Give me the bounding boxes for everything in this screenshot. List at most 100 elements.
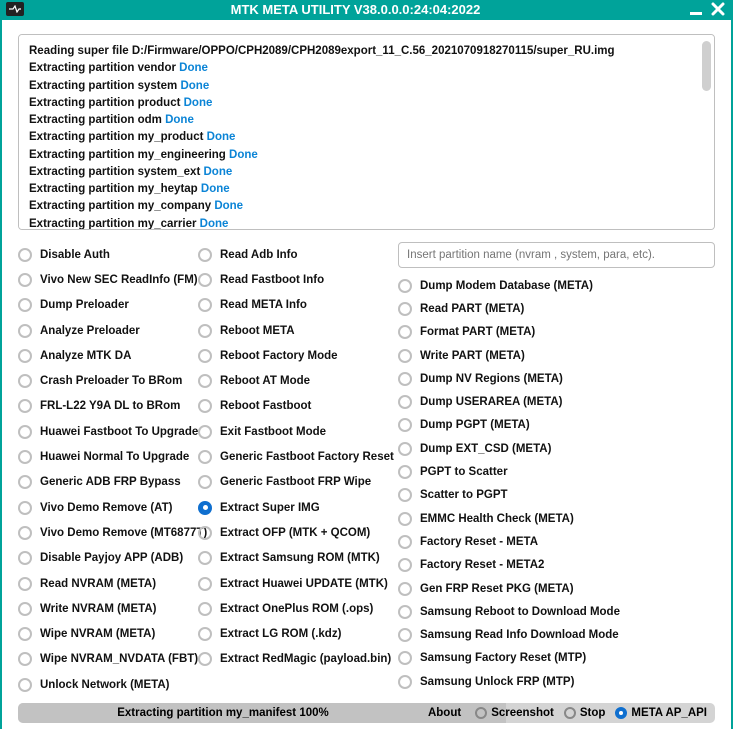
col3-option[interactable]: Gen FRP Reset PKG (META): [398, 577, 715, 600]
radio-icon: [564, 707, 576, 719]
option-label: Generic Fastboot FRP Wipe: [220, 476, 371, 488]
col3-option[interactable]: Dump Modem Database (META): [398, 274, 715, 297]
log-output[interactable]: Reading super file D:/Firmware/OPPO/CPH2…: [18, 34, 715, 230]
col2-option[interactable]: Reboot Fastboot: [198, 394, 390, 419]
col2-option[interactable]: Generic Fastboot FRP Wipe: [198, 470, 390, 495]
log-line: Extracting partition odm Done: [29, 112, 704, 129]
radio-icon: [398, 442, 412, 456]
radio-icon: [398, 512, 412, 526]
radio-icon: [398, 488, 412, 502]
col1-option[interactable]: Analyze Preloader: [18, 318, 190, 343]
window-title: MTK META UTILITY V38.0.0.0:24:04:2022: [24, 2, 687, 17]
col1-option[interactable]: Wipe NVRAM_NVDATA (FBT): [18, 647, 190, 672]
option-label: Dump Modem Database (META): [420, 280, 593, 292]
col3-option[interactable]: Samsung Read Info Download Mode: [398, 623, 715, 646]
radio-icon: [198, 450, 212, 464]
radio-icon: [18, 349, 32, 363]
option-label: Extract OnePlus ROM (.ops): [220, 603, 373, 615]
col1-option[interactable]: Unlock Network (META): [18, 672, 190, 697]
col1-option[interactable]: Huawei Normal To Upgrade: [18, 444, 190, 469]
option-label: Read META Info: [220, 299, 307, 311]
col1-option[interactable]: Disable Payjoy APP (ADB): [18, 546, 190, 571]
option-label: Disable Payjoy APP (ADB): [40, 552, 183, 564]
col2-option[interactable]: Extract Samsung ROM (MTK): [198, 546, 390, 571]
option-label: Huawei Normal To Upgrade: [40, 451, 189, 463]
col2-option[interactable]: Extract LG ROM (.kdz): [198, 621, 390, 646]
col2-option[interactable]: Generic Fastboot Factory Reset: [198, 444, 390, 469]
col3-option[interactable]: Dump USERAREA (META): [398, 390, 715, 413]
col2-option[interactable]: Extract Super IMG: [198, 495, 390, 520]
option-label: Extract LG ROM (.kdz): [220, 628, 341, 640]
radio-icon: [398, 325, 412, 339]
scrollbar-thumb[interactable]: [702, 41, 711, 91]
status-option[interactable]: Screenshot: [475, 707, 554, 719]
col2-option[interactable]: Extract OFP (MTK + QCOM): [198, 520, 390, 545]
radio-icon: [18, 577, 32, 591]
radio-icon: [198, 475, 212, 489]
radio-icon: [18, 450, 32, 464]
radio-icon: [398, 628, 412, 642]
option-label: Analyze Preloader: [40, 325, 140, 337]
col3-option[interactable]: EMMC Health Check (META): [398, 507, 715, 530]
about-link[interactable]: About: [428, 707, 461, 719]
col1-option[interactable]: Vivo Demo Remove (MT6877T): [18, 520, 190, 545]
radio-icon: [398, 418, 412, 432]
radio-icon: [18, 678, 32, 692]
radio-icon: [198, 652, 212, 666]
col3-option[interactable]: Dump EXT_CSD (META): [398, 437, 715, 460]
radio-icon: [198, 551, 212, 565]
col1-option[interactable]: FRL-L22 Y9A DL to BRom: [18, 394, 190, 419]
status-option[interactable]: Stop: [564, 707, 606, 719]
log-line: Extracting partition system Done: [29, 78, 704, 95]
status-option[interactable]: META AP_API: [615, 707, 707, 719]
col2-option[interactable]: Reboot META: [198, 318, 390, 343]
col1-option[interactable]: Dump Preloader: [18, 293, 190, 318]
radio-icon: [18, 627, 32, 641]
col2-option[interactable]: Read META Info: [198, 293, 390, 318]
log-line: Extracting partition system_ext Done: [29, 164, 704, 181]
col2-option[interactable]: Extract OnePlus ROM (.ops): [198, 596, 390, 621]
col1-option[interactable]: Analyze MTK DA: [18, 343, 190, 368]
col1-option[interactable]: Wipe NVRAM (META): [18, 621, 190, 646]
col3-option[interactable]: Samsung Unlock FRP (MTP): [398, 670, 715, 693]
col2-option[interactable]: Extract Huawei UPDATE (MTK): [198, 571, 390, 596]
col1-option[interactable]: Read NVRAM (META): [18, 571, 190, 596]
radio-icon: [198, 425, 212, 439]
col2-option[interactable]: Reboot Factory Mode: [198, 343, 390, 368]
col1-option[interactable]: Crash Preloader To BRom: [18, 368, 190, 393]
radio-icon: [198, 602, 212, 616]
col3-option[interactable]: Write PART (META): [398, 344, 715, 367]
col1-option[interactable]: Vivo New SEC ReadInfo (FM): [18, 267, 190, 292]
minimize-button[interactable]: [687, 0, 705, 18]
col1-option[interactable]: Disable Auth: [18, 242, 190, 267]
col2-option[interactable]: Read Adb Info: [198, 242, 390, 267]
col3-option[interactable]: Samsung Reboot to Download Mode: [398, 600, 715, 623]
col3-option[interactable]: Scatter to PGPT: [398, 484, 715, 507]
col3-option[interactable]: Factory Reset - META: [398, 530, 715, 553]
col2-option[interactable]: Exit Fastboot Mode: [198, 419, 390, 444]
option-label: Vivo Demo Remove (MT6877T): [40, 527, 207, 539]
option-label: Write PART (META): [420, 350, 525, 362]
close-button[interactable]: [709, 0, 727, 18]
col2-option[interactable]: Reboot AT Mode: [198, 368, 390, 393]
col1-option[interactable]: Vivo Demo Remove (AT): [18, 495, 190, 520]
radio-icon: [398, 582, 412, 596]
col3-option[interactable]: Dump NV Regions (META): [398, 367, 715, 390]
col2-option[interactable]: Read Fastboot Info: [198, 267, 390, 292]
col3-option[interactable]: Format PART (META): [398, 321, 715, 344]
option-label: Wipe NVRAM_NVDATA (FBT): [40, 653, 198, 665]
col3-option[interactable]: Factory Reset - META2: [398, 554, 715, 577]
col2-option[interactable]: Extract RedMagic (payload.bin): [198, 647, 390, 672]
option-label: Extract Super IMG: [220, 502, 320, 514]
col1-option[interactable]: Write NVRAM (META): [18, 596, 190, 621]
status-option-label: META AP_API: [631, 707, 707, 719]
col3-option[interactable]: Samsung Factory Reset (MTP): [398, 647, 715, 670]
partition-name-input[interactable]: [398, 242, 715, 268]
col3-option[interactable]: Dump PGPT (META): [398, 414, 715, 437]
radio-icon: [615, 707, 627, 719]
col1-option[interactable]: Generic ADB FRP Bypass: [18, 470, 190, 495]
log-line: Reading super file D:/Firmware/OPPO/CPH2…: [29, 43, 704, 60]
col3-option[interactable]: PGPT to Scatter: [398, 460, 715, 483]
col3-option[interactable]: Read PART (META): [398, 297, 715, 320]
col1-option[interactable]: Huawei Fastboot To Upgrade: [18, 419, 190, 444]
